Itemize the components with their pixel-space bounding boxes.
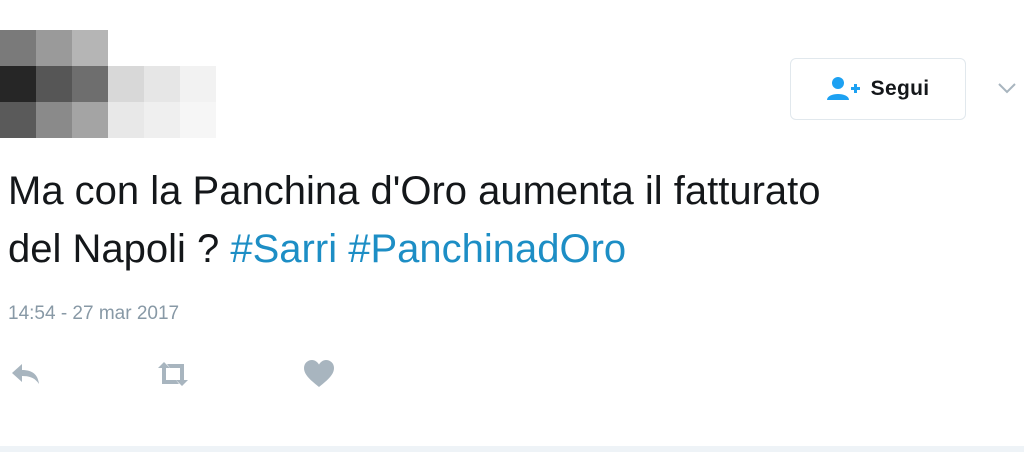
divider <box>0 446 1024 452</box>
like-icon[interactable] <box>301 356 337 392</box>
tweet-card: Segui Ma con la Panchina d'Oro aumenta i… <box>0 0 1024 452</box>
tweet-actions <box>0 356 400 392</box>
blurred-user-avatar[interactable] <box>0 30 230 140</box>
follow-button-label: Segui <box>870 77 930 100</box>
reply-icon[interactable] <box>8 356 44 392</box>
retweet-icon[interactable] <box>155 356 191 392</box>
hashtag-sarri[interactable]: #Sarri <box>230 227 337 271</box>
hashtag-panchinadoro[interactable]: #PanchinadOro <box>348 227 626 271</box>
follow-button[interactable]: Segui <box>790 58 966 120</box>
add-user-icon <box>826 77 860 100</box>
tweet-text-line1: Ma con la Panchina d'Oro aumenta il fatt… <box>8 169 821 213</box>
chevron-down-icon[interactable] <box>995 78 1019 98</box>
tweet-text: Ma con la Panchina d'Oro aumenta il fatt… <box>8 162 1008 278</box>
tweet-text-line2: del Napoli ? <box>8 227 231 271</box>
tweet-timestamp[interactable]: 14:54 - 27 mar 2017 <box>8 303 179 325</box>
